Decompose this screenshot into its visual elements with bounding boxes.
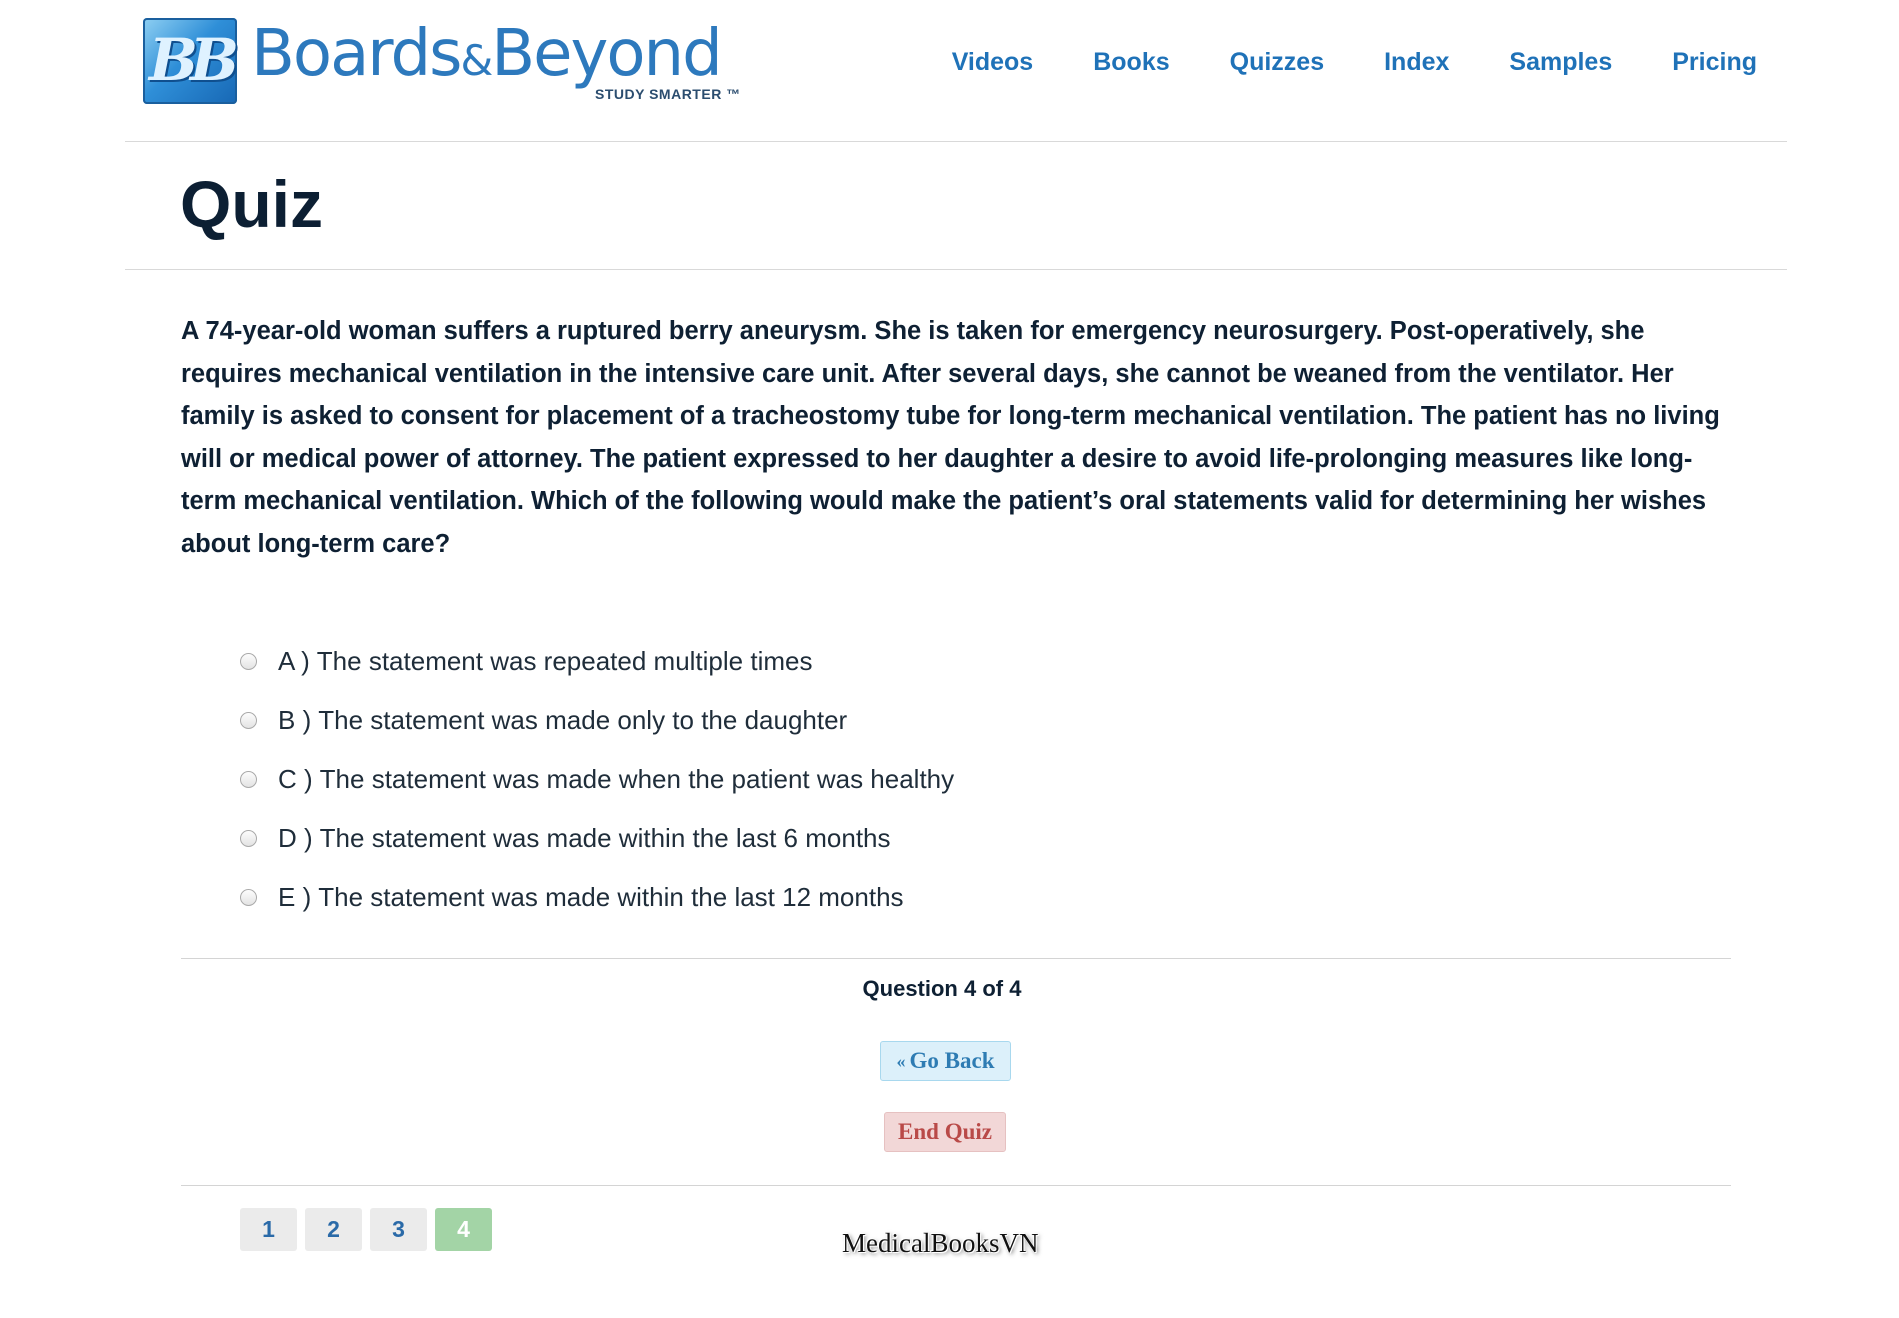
answer-option-b[interactable]: B ) The statement was made only to the da… [240, 691, 954, 750]
nav-link-videos[interactable]: Videos [952, 48, 1034, 77]
page-button-2[interactable]: 2 [305, 1208, 362, 1251]
answer-letter: B ) [278, 705, 312, 735]
logo-wordmark: Boards&Beyond [251, 22, 723, 86]
nav-link-quizzes[interactable]: Quizzes [1230, 48, 1324, 77]
answer-options: A ) The statement was repeated multiple t… [240, 632, 954, 927]
answer-letter: A ) [278, 646, 310, 676]
logo-mark-text: BB [148, 26, 239, 94]
answer-option-a[interactable]: A ) The statement was repeated multiple t… [240, 632, 954, 691]
go-back-label: Go Back [909, 1048, 995, 1073]
go-back-button[interactable]: « Go Back [880, 1041, 1011, 1081]
answer-option-label: D ) The statement was made within the las… [278, 823, 891, 854]
end-quiz-button[interactable]: End Quiz [884, 1112, 1006, 1152]
nav-link-pricing[interactable]: Pricing [1672, 48, 1757, 77]
main-nav: Videos Books Quizzes Index Samples Prici… [892, 48, 1757, 77]
answer-text: The statement was made only to the daugh… [318, 705, 848, 735]
logo-ampersand: & [460, 36, 493, 85]
page-button-3[interactable]: 3 [370, 1208, 427, 1251]
question-stem: A 74-year-old woman suffers a ruptured b… [181, 317, 1720, 558]
divider [181, 958, 1731, 959]
nav-link-books[interactable]: Books [1093, 48, 1169, 77]
title-band: Quiz [125, 142, 1787, 270]
answer-option-e[interactable]: E ) The statement was made within the las… [240, 868, 954, 927]
answer-option-c[interactable]: C ) The statement was made when the patie… [240, 750, 954, 809]
page-button-4-current[interactable]: 4 [435, 1208, 492, 1251]
radio-button[interactable] [240, 771, 257, 788]
answer-option-label: E ) The statement was made within the las… [278, 882, 904, 913]
answer-option-label: C ) The statement was made when the patie… [278, 764, 954, 795]
answer-text: The statement was made within the last 1… [318, 882, 904, 912]
question-progress: Question 4 of 4 [862, 976, 1022, 1001]
watermark: MedicalBooksVN [842, 1228, 1039, 1258]
answer-option-label: B ) The statement was made only to the da… [278, 705, 847, 736]
answer-option-label: A ) The statement was repeated multiple t… [278, 646, 812, 677]
radio-button[interactable] [240, 889, 257, 906]
radio-button[interactable] [240, 830, 257, 847]
radio-button[interactable] [240, 653, 257, 670]
nav-link-index[interactable]: Index [1384, 48, 1449, 77]
logo-word-left: Boards [251, 17, 462, 91]
page-button-1[interactable]: 1 [240, 1208, 297, 1251]
answer-text: The statement was made within the last 6… [319, 823, 891, 853]
page-title: Quiz [180, 167, 323, 241]
answer-letter: C ) [278, 764, 313, 794]
nav-link-samples[interactable]: Samples [1509, 48, 1612, 77]
bb-logo-icon: BB [143, 18, 239, 104]
logo-tagline: STUDY SMARTER ™ [595, 86, 741, 102]
end-quiz-label: End Quiz [898, 1119, 992, 1144]
logo-word-right: Beyond [491, 17, 722, 91]
divider [181, 1185, 1731, 1186]
back-chevron-icon: « [896, 1050, 906, 1071]
answer-text: The statement was repeated multiple time… [316, 646, 813, 676]
answer-text: The statement was made when the patient … [319, 764, 955, 794]
quiz-page: BB Boards&Beyond STUDY SMARTER ™ Videos … [0, 0, 1899, 1318]
answer-option-d[interactable]: D ) The statement was made within the las… [240, 809, 954, 868]
boards-and-beyond-logo[interactable]: BB Boards&Beyond STUDY SMARTER ™ [143, 16, 740, 106]
question-pager: 1 2 3 4 [240, 1208, 500, 1251]
site-header: BB Boards&Beyond STUDY SMARTER ™ Videos … [125, 0, 1787, 142]
answer-letter: D ) [278, 823, 313, 853]
radio-button[interactable] [240, 712, 257, 729]
answer-letter: E ) [278, 882, 312, 912]
